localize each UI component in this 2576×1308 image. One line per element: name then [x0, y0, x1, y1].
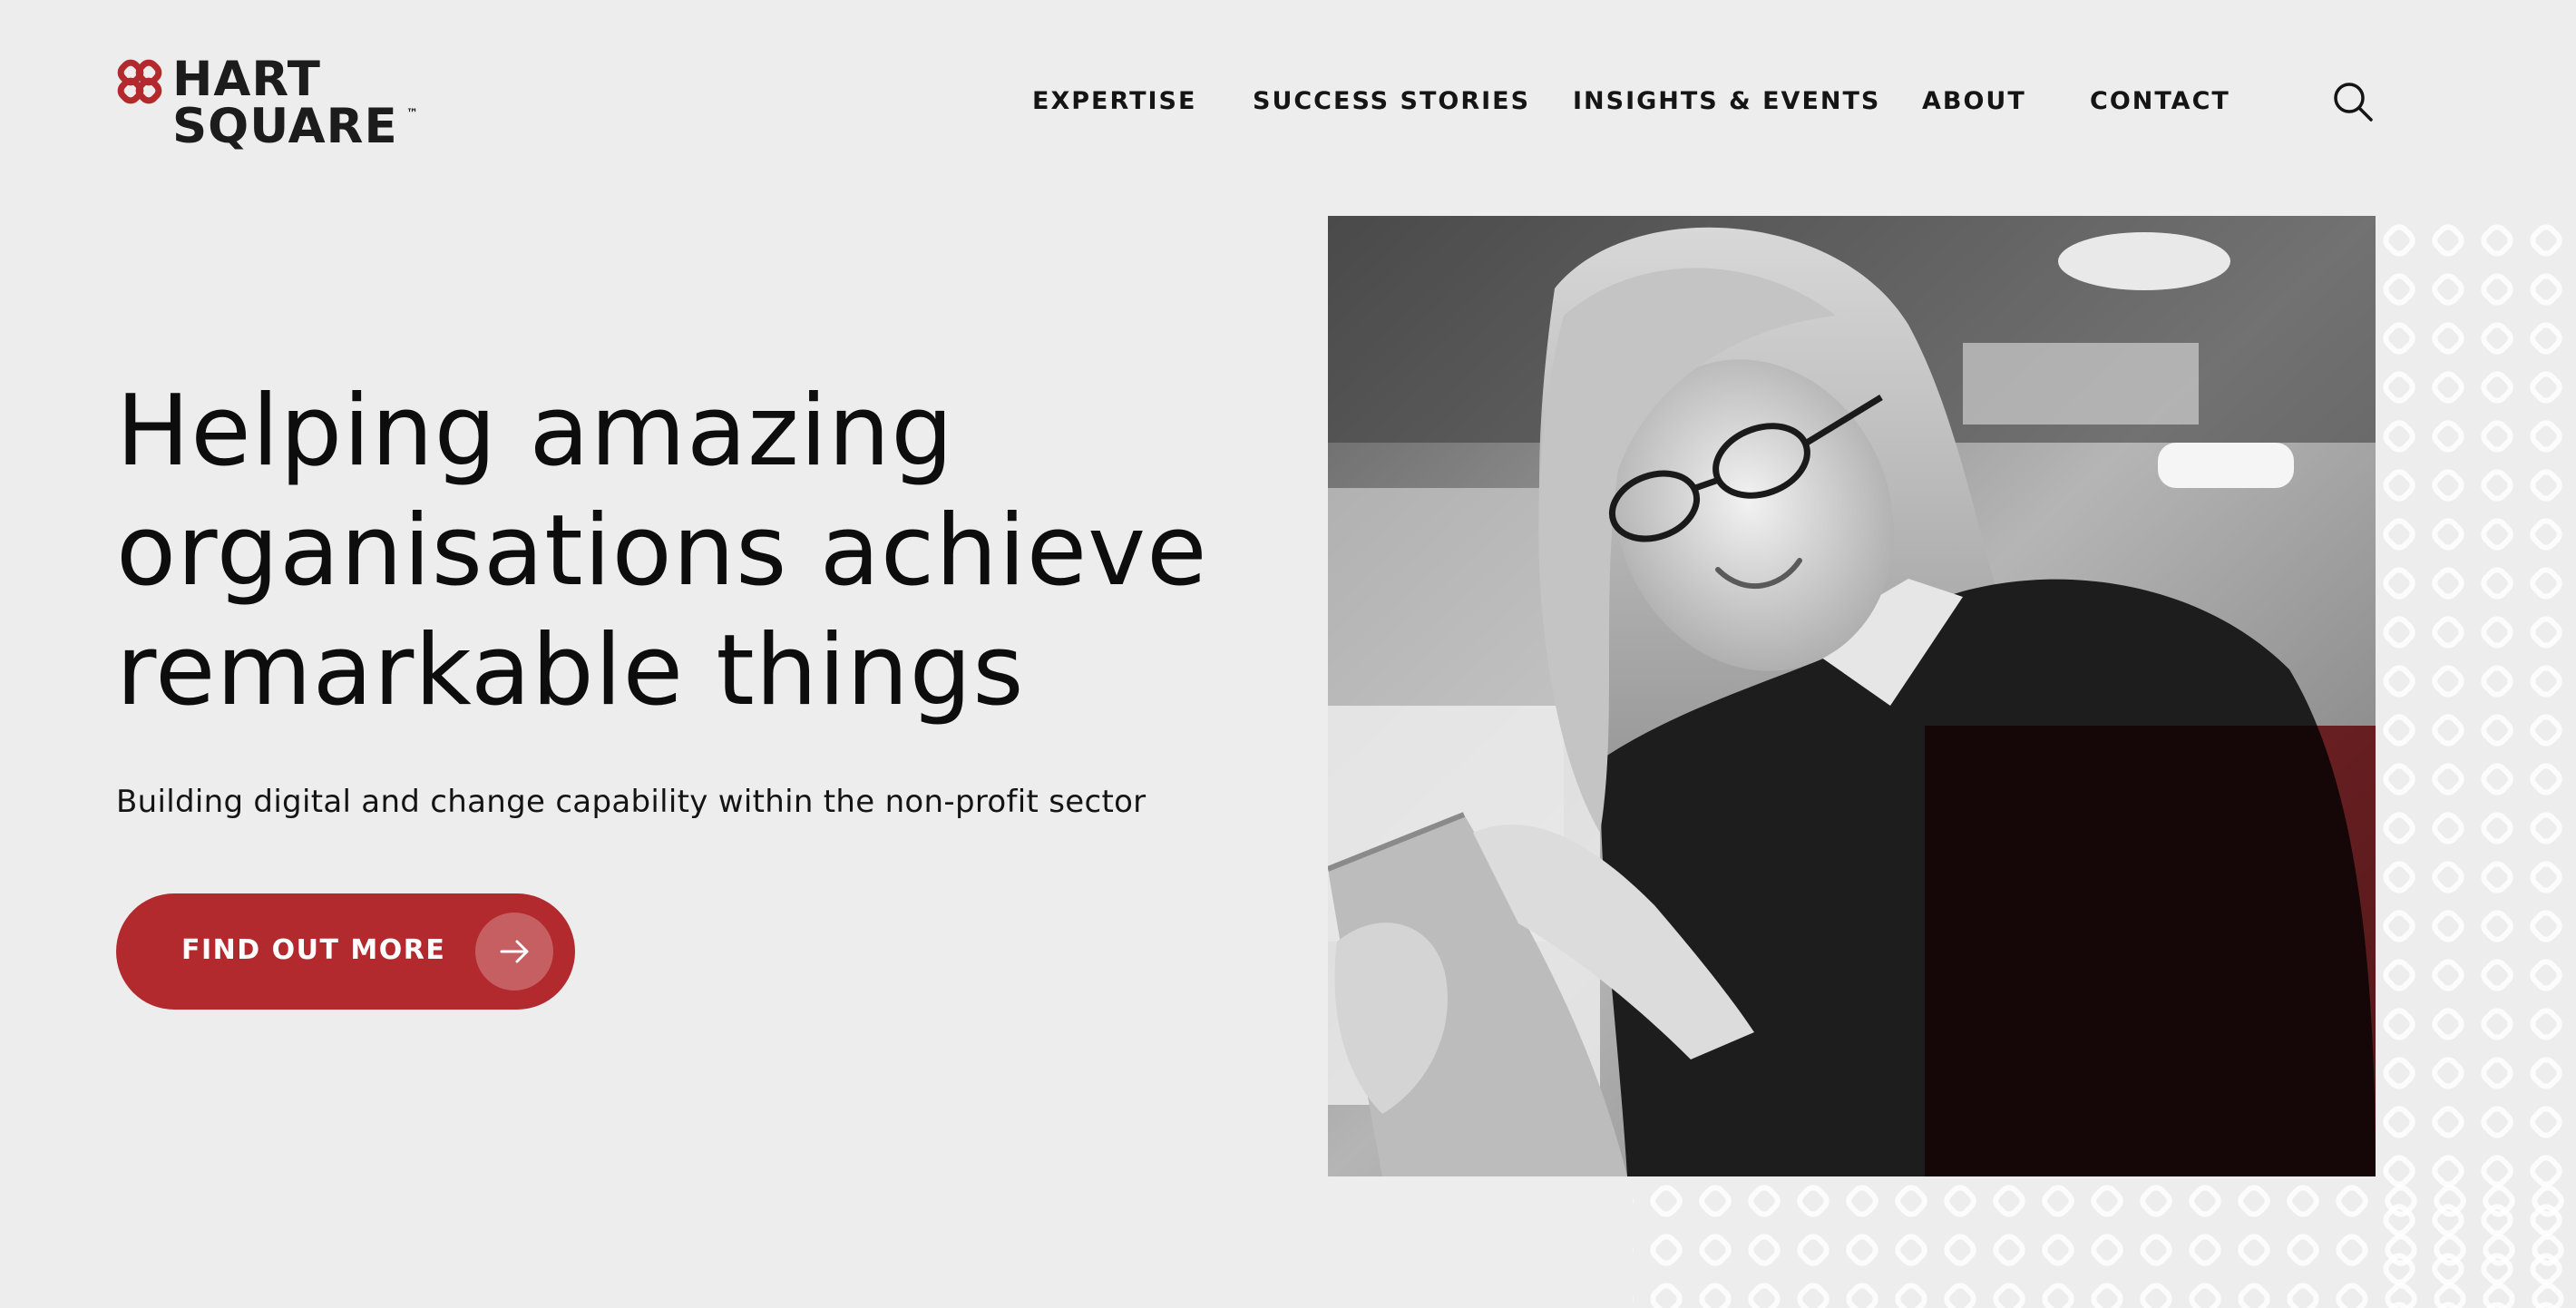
- nav-item-insights-events[interactable]: INSIGHTS & EVENTS: [1573, 87, 1880, 115]
- hero-photo: [1328, 216, 2376, 1176]
- woman-with-tablet-photo: [1328, 216, 2376, 1176]
- nav-item-contact[interactable]: CONTACT: [2090, 87, 2230, 115]
- arrow-right-icon: [500, 940, 529, 963]
- cta-label: FIND OUT MORE: [181, 934, 446, 966]
- hero-title-line-3: remarkable things: [116, 614, 1025, 727]
- cta-arrow-circle: [475, 913, 553, 991]
- page: HART SQUARE ™ EXPERTISE SUCCESS STORIES …: [0, 0, 2576, 1308]
- search-button[interactable]: [2331, 80, 2375, 123]
- main-nav: EXPERTISE SUCCESS STORIES INSIGHTS & EVE…: [0, 87, 2576, 123]
- nav-item-about[interactable]: ABOUT: [1922, 87, 2026, 115]
- find-out-more-button[interactable]: FIND OUT MORE: [116, 893, 575, 1010]
- decorative-pattern-bottom: [1633, 1176, 2576, 1308]
- hero-title-line-2: organisations achieve: [116, 494, 1208, 608]
- nav-item-success-stories[interactable]: SUCCESS STORIES: [1253, 87, 1530, 115]
- search-icon: [2334, 83, 2373, 122]
- hero-title-line-1: Helping amazing: [116, 375, 954, 488]
- hero-subtitle: Building digital and change capability w…: [116, 784, 1147, 820]
- hero-title: Helping amazing organisations achieve re…: [116, 372, 1295, 731]
- decorative-pattern-right: [2375, 216, 2576, 1308]
- nav-item-expertise[interactable]: EXPERTISE: [1032, 87, 1196, 115]
